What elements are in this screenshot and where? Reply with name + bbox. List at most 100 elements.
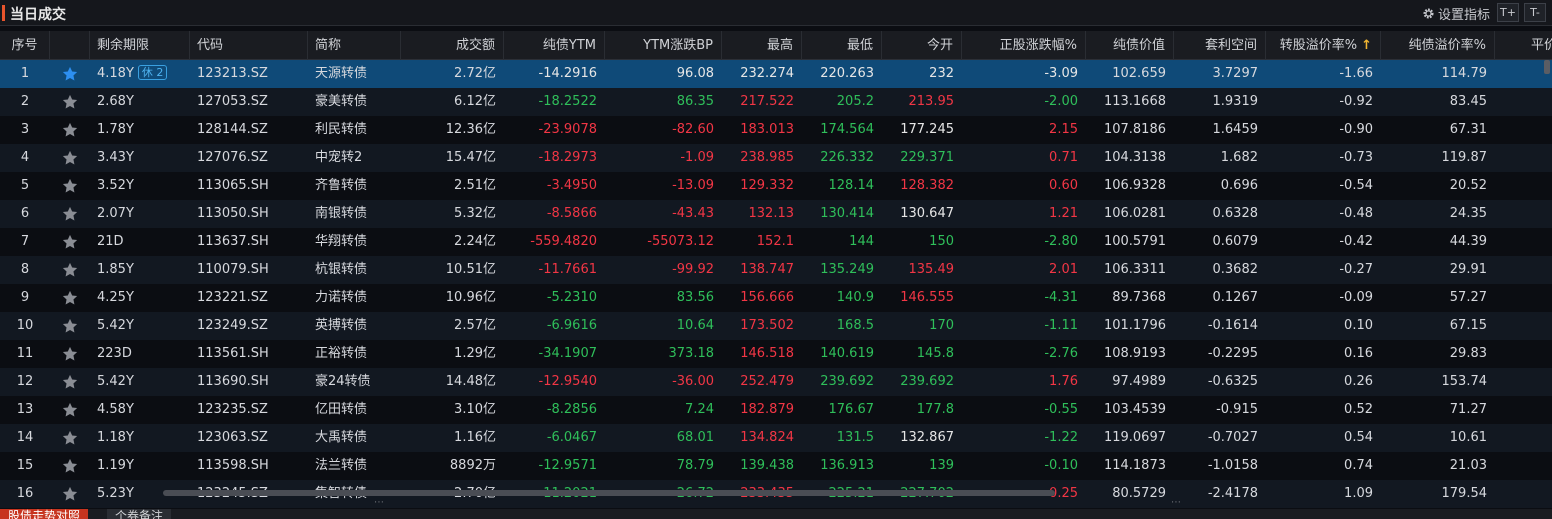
- cell-low: 140.619: [802, 340, 882, 368]
- table-row[interactable]: 11 223D 113561.SH 正裕转债 1.29亿 -34.1907 373.18 14…: [0, 340, 1552, 368]
- cell-open: 145.8: [882, 340, 962, 368]
- column-header-volume[interactable]: 成交额: [401, 31, 504, 60]
- horizontal-scrollbar-thumb[interactable]: [163, 490, 1055, 496]
- cell-code: 113637.SH: [190, 228, 308, 256]
- table-row[interactable]: 3 1.78Y 128144.SZ 利民转债 12.36亿 -23.9078 -82.60 1…: [0, 116, 1552, 144]
- cell-text: 132.867: [900, 430, 954, 445]
- resize-grip-icon[interactable]: ⋯: [374, 497, 384, 508]
- table-row[interactable]: 13 4.58Y 123235.SZ 亿田转债 3.10亿 -8.2856 7.24 182.…: [0, 396, 1552, 424]
- star-icon[interactable]: [61, 401, 79, 423]
- column-header-conv-premium[interactable]: 转股溢价率% ↑: [1266, 31, 1381, 60]
- star-icon[interactable]: [61, 457, 79, 479]
- table-row[interactable]: 8 1.85Y 110079.SH 杭银转债 10.51亿 -11.7661 -99.92 1…: [0, 256, 1552, 284]
- table-row[interactable]: 6 2.07Y 113050.SH 南银转债 5.32亿 -8.5866 -43.43 132…: [0, 200, 1552, 228]
- star-icon[interactable]: [61, 233, 79, 255]
- cell-idx: 8: [0, 256, 50, 284]
- resize-grip-icon[interactable]: ⋯: [1171, 497, 1181, 508]
- cell-remain: 223D: [90, 340, 190, 368]
- cell-text: 0.71: [1049, 150, 1078, 165]
- table-row[interactable]: 12 5.42Y 113690.SH 豪24转债 14.48亿 -12.9540 -36.0…: [0, 368, 1552, 396]
- star-icon[interactable]: [61, 429, 79, 451]
- cell-text: 127076.SZ: [197, 150, 268, 165]
- cell-low: 205.2: [802, 88, 882, 116]
- table-row[interactable]: 15 1.19Y 113598.SH 法兰转债 8892万 -12.9571 78.79 13…: [0, 452, 1552, 480]
- table-body[interactable]: 1 4.18Y 休 2 123213.SZ 天源转债 2.72亿 -14.2916 96.08…: [0, 60, 1552, 508]
- star-icon[interactable]: [61, 289, 79, 311]
- cell-ytm: -11.7661: [504, 256, 605, 284]
- table-row[interactable]: 10 5.42Y 123249.SZ 英搏转债 2.57亿 -6.9616 10.64 173…: [0, 312, 1552, 340]
- vertical-scrollbar-thumb[interactable]: [1544, 60, 1550, 74]
- cell-name: 英搏转债: [308, 312, 401, 340]
- column-header-ytm[interactable]: 纯债YTM: [504, 31, 605, 60]
- cell-text: 146.518: [740, 346, 794, 361]
- column-header-code[interactable]: 代码: [190, 31, 308, 60]
- cell-text: 4.58Y: [97, 402, 134, 417]
- cell-low: 136.913: [802, 452, 882, 480]
- cell-remain: 2.07Y: [90, 200, 190, 228]
- star-icon[interactable]: [61, 121, 79, 143]
- cell-text: 0.52: [1344, 402, 1373, 417]
- cell-text: 80.5729: [1112, 486, 1166, 501]
- gear-icon: [1423, 7, 1434, 19]
- cell-low: 176.67: [802, 396, 882, 424]
- cell-text: 252.479: [740, 374, 794, 389]
- star-icon[interactable]: [61, 149, 79, 171]
- column-header-more[interactable]: 平价: [1495, 31, 1552, 60]
- cell-pure-value: 101.1796: [1086, 312, 1174, 340]
- star-icon[interactable]: [61, 485, 79, 507]
- cell-text: 102.659: [1112, 66, 1166, 81]
- column-header-name[interactable]: 简称: [308, 31, 401, 60]
- column-header-pure-premium[interactable]: 纯债溢价率%: [1381, 31, 1495, 60]
- cell-text: 豪美转债: [315, 94, 368, 109]
- star-icon[interactable]: [61, 205, 79, 227]
- column-header-remain[interactable]: 剩余期限: [90, 31, 190, 60]
- table-row[interactable]: 1 4.18Y 休 2 123213.SZ 天源转债 2.72亿 -14.2916 96.08…: [0, 60, 1552, 88]
- font-decrease-button[interactable]: T-: [1524, 3, 1546, 22]
- table-row[interactable]: 14 1.18Y 123063.SZ 大禹转债 1.16亿 -6.0467 68.01 134…: [0, 424, 1552, 452]
- settings-indicator-button[interactable]: 设置指标: [1422, 5, 1490, 23]
- star-icon[interactable]: [61, 65, 79, 87]
- column-header-open[interactable]: 今开: [882, 31, 962, 60]
- column-header-arb[interactable]: 套利空间: [1174, 31, 1266, 60]
- cell-pure-premium: 67.31: [1381, 116, 1495, 144]
- star-icon[interactable]: [61, 373, 79, 395]
- cell-text: 152.1: [756, 234, 794, 249]
- cell-text: 1.9319: [1212, 94, 1259, 109]
- column-header-fav[interactable]: [50, 31, 90, 60]
- column-header-high[interactable]: 最高: [722, 31, 802, 60]
- cell-pure-premium: 57.27: [1381, 284, 1495, 312]
- table-row[interactable]: 7 21D 113637.SH 华翔转债 2.24亿 -559.4820 -55073.12…: [0, 228, 1552, 256]
- tab-stock-bond-trend[interactable]: 股债走势对照: [0, 509, 89, 519]
- cell-text: -3.09: [1044, 66, 1078, 81]
- cell-text: 96.08: [676, 66, 714, 81]
- cell-text: 107.8186: [1103, 122, 1166, 137]
- cell-stock-chg: -2.00: [962, 88, 1086, 116]
- star-icon[interactable]: [61, 93, 79, 115]
- cell-stock-chg: -2.76: [962, 340, 1086, 368]
- star-icon[interactable]: [61, 177, 79, 199]
- table-row[interactable]: 4 3.43Y 127076.SZ 中宠转2 15.47亿 -18.2973 -1.09 23…: [0, 144, 1552, 172]
- cell-text: -18.2522: [538, 94, 597, 109]
- cell-text: 0.60: [1049, 178, 1078, 193]
- cell-open: 132.867: [882, 424, 962, 452]
- cell-high: 129.332: [722, 172, 802, 200]
- table-row[interactable]: 9 4.25Y 123221.SZ 力诺转债 10.96亿 -5.2310 83.56 156…: [0, 284, 1552, 312]
- column-header-pure-value[interactable]: 纯债价值: [1086, 31, 1174, 60]
- tab-bond-notes[interactable]: 个券备注: [107, 509, 172, 519]
- font-increase-button[interactable]: T+: [1497, 3, 1519, 22]
- table-row[interactable]: 5 3.52Y 113065.SH 齐鲁转债 2.51亿 -3.4950 -13.09 129…: [0, 172, 1552, 200]
- column-header-ytm-chg[interactable]: YTM涨跌BP: [605, 31, 722, 60]
- cell-text: 176.67: [828, 402, 875, 417]
- column-header-low[interactable]: 最低: [802, 31, 882, 60]
- star-icon[interactable]: [61, 317, 79, 339]
- cell-idx: 5: [0, 172, 50, 200]
- table-row[interactable]: 2 2.68Y 127053.SZ 豪美转债 6.12亿 -18.2522 86.35 217…: [0, 88, 1552, 116]
- star-icon[interactable]: [61, 345, 79, 367]
- column-header-stock-chg[interactable]: 正股涨跌幅%: [962, 31, 1086, 60]
- cell-remain: 1.18Y: [90, 424, 190, 452]
- column-header-idx[interactable]: 序号: [0, 31, 50, 60]
- star-icon[interactable]: [61, 261, 79, 283]
- cell-name: 法兰转债: [308, 452, 401, 480]
- cell-text: 14.48亿: [445, 374, 496, 389]
- column-header-label: 剩余期限: [97, 38, 150, 53]
